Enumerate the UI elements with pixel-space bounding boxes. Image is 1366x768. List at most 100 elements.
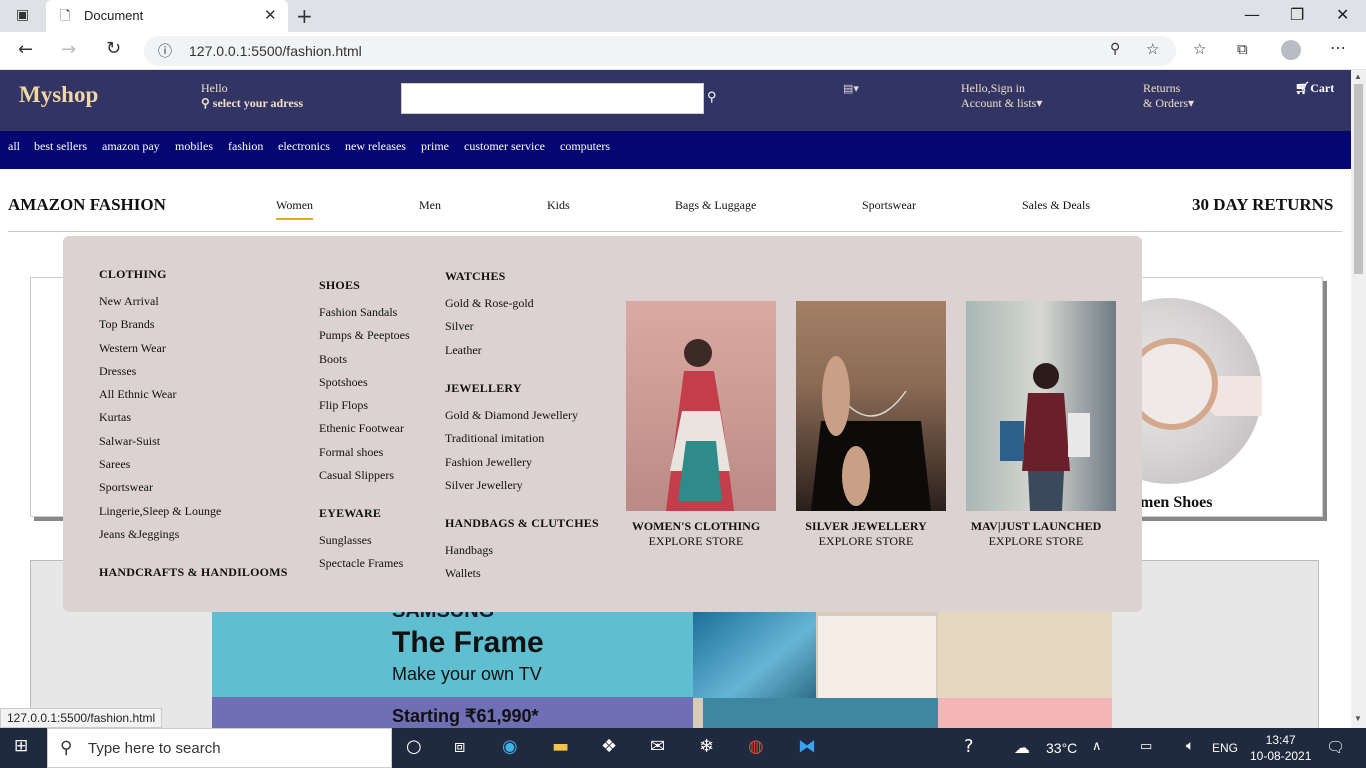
tab-actions-icon[interactable]: ▣: [16, 7, 29, 23]
menu-link[interactable]: Spotshoes: [319, 371, 410, 394]
just-launched-image[interactable]: [966, 301, 1116, 511]
page-scrollbar[interactable]: ▲ ▼: [1351, 70, 1366, 728]
catnav-item[interactable]: prime: [421, 139, 449, 154]
menu-link[interactable]: Western Wear: [99, 337, 221, 360]
taskbar-search[interactable]: ⚲ Type here to search: [47, 728, 392, 768]
site-logo[interactable]: Myshop: [19, 82, 98, 108]
cortana-icon[interactable]: ○: [406, 736, 422, 757]
favorites-icon[interactable]: ☆: [1193, 40, 1206, 58]
menu-link[interactable]: Silver Jewellery: [445, 474, 578, 497]
menu-link[interactable]: Fashion Jewellery: [445, 451, 578, 474]
flag-dropdown-icon[interactable]: ▤▾: [843, 82, 859, 95]
vscode-icon[interactable]: ⧓: [798, 736, 816, 757]
menu-link[interactable]: Boots: [319, 348, 410, 371]
snowflake-app-icon[interactable]: ❄: [699, 736, 714, 757]
samsung-banner[interactable]: SAMSUNG The Frame Make your own TV Start…: [212, 612, 693, 728]
zoom-icon[interactable]: ⚲: [1110, 41, 1120, 57]
catnav-item[interactable]: amazon pay: [102, 139, 160, 154]
restore-icon[interactable]: ❐: [1290, 5, 1304, 24]
window-close-icon[interactable]: ✕: [1336, 5, 1349, 24]
dropbox-icon[interactable]: ❖: [601, 736, 617, 757]
menu-link[interactable]: Formal shoes: [319, 441, 410, 464]
explore-store-link[interactable]: EXPLORE STORE: [951, 534, 1121, 549]
handbags-heading[interactable]: HANDBAGS & CLUTCHES: [445, 516, 599, 531]
windows-start-icon[interactable]: ⊞: [14, 736, 28, 756]
jewellery-heading[interactable]: JEWELLERY: [445, 381, 578, 396]
language-text[interactable]: ENG: [1212, 741, 1238, 755]
volume-icon[interactable]: 🔈︎: [1186, 738, 1194, 754]
returns-menu[interactable]: Returns & Orders▾: [1143, 81, 1194, 111]
menu-link[interactable]: New Arrival: [99, 290, 221, 313]
menu-link[interactable]: Ethenic Footwear: [319, 417, 410, 440]
file-explorer-icon[interactable]: ▬: [552, 736, 569, 757]
promo-silver-jewellery[interactable]: SILVER JEWELLERY EXPLORE STORE: [781, 519, 951, 549]
menu-link[interactable]: Silver: [445, 315, 534, 338]
forward-icon[interactable]: →: [61, 39, 76, 60]
menu-link[interactable]: Jeans &Jeggings: [99, 523, 221, 546]
search-input[interactable]: [401, 83, 704, 114]
fashion-nav-deals[interactable]: Sales & Deals: [1022, 198, 1090, 213]
art-frames-banner[interactable]: [693, 612, 1112, 728]
handcrafts-heading[interactable]: HANDCRAFTS & HANDILOOMS: [99, 565, 288, 580]
catnav-item[interactable]: computers: [560, 139, 610, 154]
shoes-heading[interactable]: SHOES: [319, 278, 410, 293]
menu-link[interactable]: Lingerie,Sleep & Lounge: [99, 500, 221, 523]
watches-heading[interactable]: WATCHES: [445, 269, 534, 284]
info-icon[interactable]: ⓘ: [158, 41, 172, 61]
fashion-nav-men[interactable]: Men: [419, 198, 441, 213]
cart-link[interactable]: 🛒︎Cart: [1295, 81, 1334, 96]
menu-link[interactable]: Wallets: [445, 562, 599, 585]
catnav-item[interactable]: new releases: [345, 139, 406, 154]
menu-link[interactable]: Sunglasses: [319, 529, 403, 552]
fashion-nav-women[interactable]: Women: [276, 198, 314, 220]
scroll-up-icon[interactable]: ▲: [1354, 72, 1362, 81]
close-tab-icon[interactable]: ✕: [264, 6, 277, 24]
eyeware-heading[interactable]: EYEWARE: [319, 506, 403, 521]
minimize-icon[interactable]: —: [1244, 5, 1260, 24]
catnav-item[interactable]: mobiles: [175, 139, 213, 154]
promo-just-launched[interactable]: MAV|JUST LAUNCHED EXPLORE STORE: [951, 519, 1121, 549]
account-menu[interactable]: Hello,Sign in Account & lists▾: [961, 81, 1042, 111]
taskbar-clock[interactable]: 13:47 10-08-2021: [1250, 732, 1311, 764]
promo-womens-clothing[interactable]: WOMEN'S CLOTHING EXPLORE STORE: [611, 519, 781, 549]
menu-link[interactable]: Casual Slippers: [319, 464, 410, 487]
more-menu-icon[interactable]: ⋯: [1330, 38, 1346, 57]
fashion-nav-bags[interactable]: Bags & Luggage: [675, 198, 756, 213]
collections-icon[interactable]: ⧉: [1237, 40, 1248, 58]
menu-link[interactable]: Leather: [445, 339, 534, 362]
fashion-nav-kids[interactable]: Kids: [547, 198, 570, 213]
address-selector[interactable]: Hello ⚲ select your adress: [201, 81, 303, 111]
notifications-icon[interactable]: 🗨︎: [1326, 738, 1345, 756]
new-tab-icon[interactable]: +: [296, 4, 313, 28]
menu-link[interactable]: Gold & Diamond Jewellery: [445, 404, 578, 427]
clothing-heading[interactable]: CLOTHING: [99, 267, 221, 282]
silver-jewellery-image[interactable]: [796, 301, 946, 511]
add-favorite-icon[interactable]: ☆: [1146, 40, 1159, 58]
chrome-icon[interactable]: ◍: [748, 736, 764, 757]
menu-link[interactable]: Handbags: [445, 539, 599, 562]
weather-icon[interactable]: ☁: [1014, 738, 1030, 757]
refresh-icon[interactable]: ↻: [106, 38, 121, 59]
explore-store-link[interactable]: EXPLORE STORE: [781, 534, 951, 549]
catnav-item[interactable]: best sellers: [34, 139, 87, 154]
catnav-item[interactable]: electronics: [278, 139, 330, 154]
menu-link[interactable]: Gold & Rose-gold: [445, 292, 534, 315]
profile-avatar-icon[interactable]: [1281, 40, 1301, 60]
tray-chevron-icon[interactable]: ∧: [1092, 739, 1102, 754]
menu-link[interactable]: Spectacle Frames: [319, 552, 403, 575]
scrollbar-thumb[interactable]: [1354, 84, 1363, 274]
url-field[interactable]: ⓘ 127.0.0.1:5500/fashion.html ⚲ ☆: [144, 36, 1176, 66]
menu-link[interactable]: Top Brands: [99, 313, 221, 336]
help-icon[interactable]: ?: [964, 736, 974, 757]
catnav-item[interactable]: fashion: [228, 139, 263, 154]
menu-link[interactable]: Kurtas: [99, 406, 221, 429]
mail-icon[interactable]: ✉: [650, 736, 665, 757]
menu-link[interactable]: Sarees: [99, 453, 221, 476]
shoes-label[interactable]: men Shoes: [1140, 494, 1212, 512]
menu-link[interactable]: All Ethnic Wear: [99, 383, 221, 406]
scroll-down-icon[interactable]: ▼: [1354, 714, 1362, 723]
edge-browser-icon[interactable]: ◉: [502, 736, 518, 757]
catnav-item[interactable]: customer service: [464, 139, 545, 154]
catnav-item[interactable]: all: [8, 139, 20, 154]
weather-text[interactable]: 33°C: [1046, 740, 1077, 756]
